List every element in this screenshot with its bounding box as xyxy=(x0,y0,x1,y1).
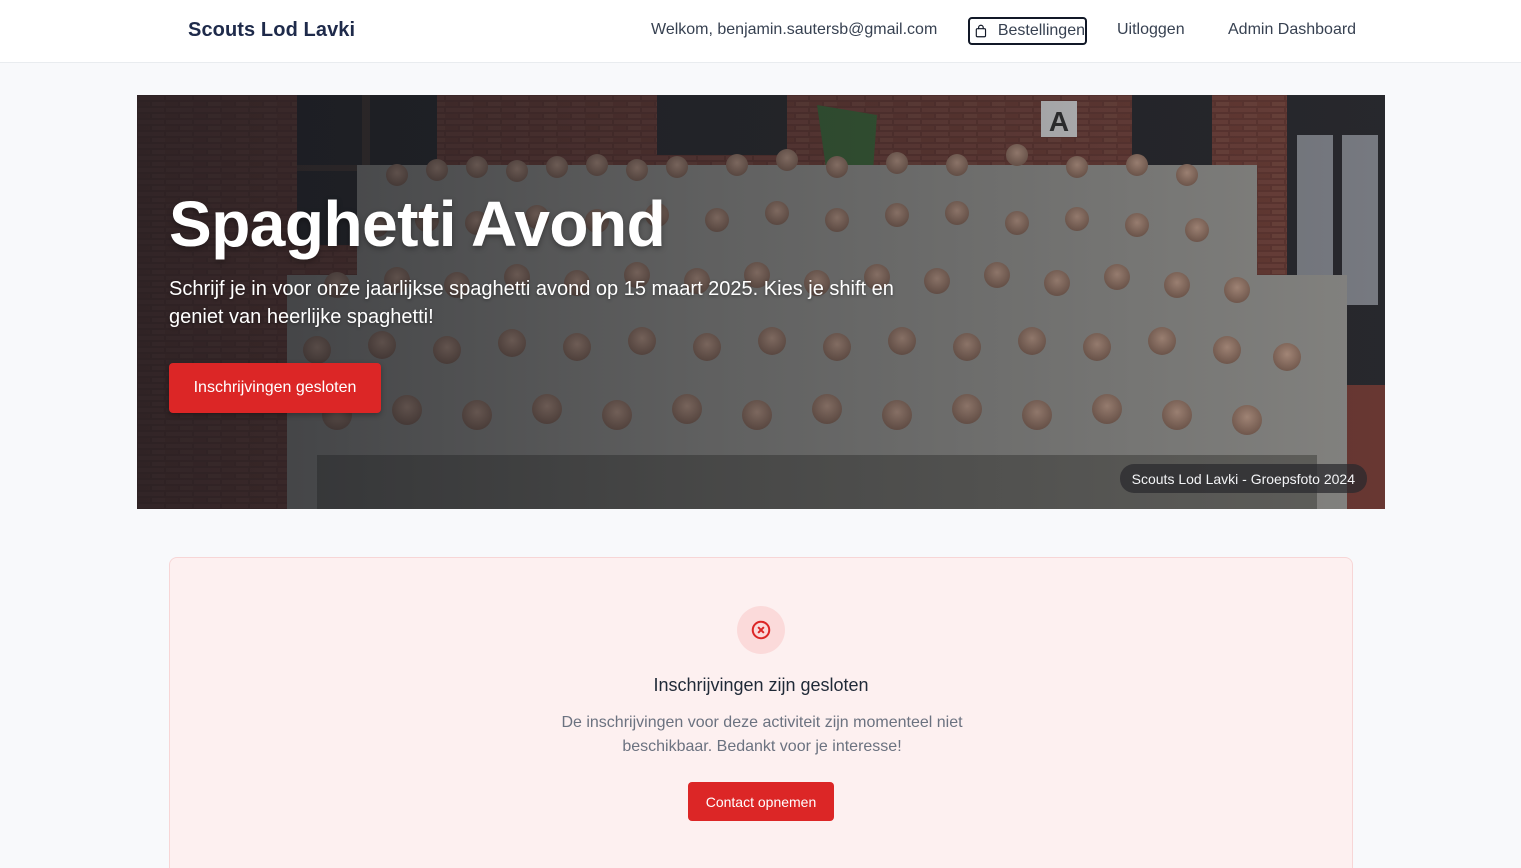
hero-subtitle: Schrijf je in voor onze jaarlijkse spagh… xyxy=(169,278,894,328)
hero-title: Spaghetti Avond xyxy=(169,188,666,260)
registrations-closed-button[interactable]: Inschrijvingen gesloten xyxy=(169,363,381,413)
orders-nav-button[interactable]: Bestellingen xyxy=(968,17,1087,45)
x-circle-icon xyxy=(751,620,771,640)
contact-button[interactable]: Contact opnemen xyxy=(688,782,834,821)
registrations-closed-card: Inschrijvingen zijn gesloten De inschrij… xyxy=(169,557,1353,868)
top-navbar: Scouts Lod Lavki Welkom, benjamin.sauter… xyxy=(0,0,1521,63)
logout-link[interactable]: Uitloggen xyxy=(1117,21,1185,39)
closed-icon-badge xyxy=(737,606,785,654)
admin-dashboard-link[interactable]: Admin Dashboard xyxy=(1228,21,1356,39)
welcome-user-text: Welkom, benjamin.sautersb@gmail.com xyxy=(651,21,938,38)
closed-description: De inschrijvingen voor deze activiteit z… xyxy=(561,714,963,755)
hero-banner: A xyxy=(137,95,1385,509)
orders-nav-label: Bestellingen xyxy=(997,22,1085,39)
photo-caption: Scouts Lod Lavki - Groepsfoto 2024 xyxy=(1119,464,1367,493)
shopping-bag-icon xyxy=(975,24,987,38)
closed-title: Inschrijvingen zijn gesloten xyxy=(653,675,869,695)
brand-logo-text[interactable]: Scouts Lod Lavki xyxy=(188,19,355,42)
